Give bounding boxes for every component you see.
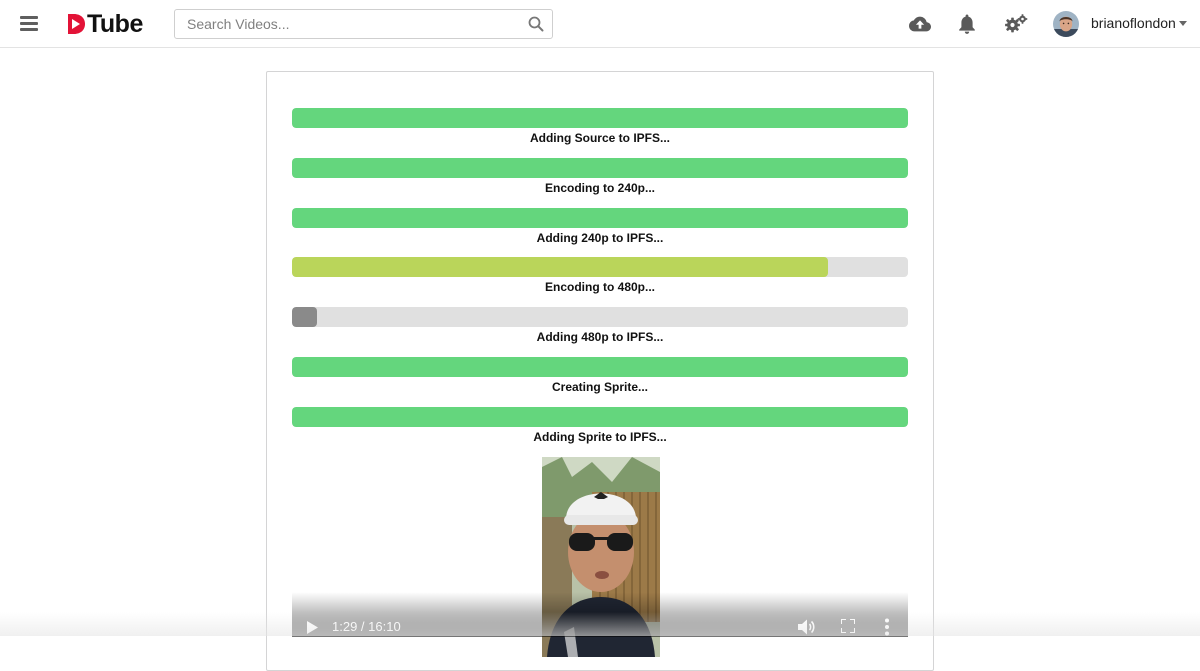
gears-icon[interactable] [1004,13,1028,35]
progress-label: Adding Sprite to IPFS... [533,429,667,444]
upload-panel: Adding Source to IPFS... Encoding to 240p… [266,71,934,671]
progress-label: Adding Source to IPFS... [529,131,670,145]
volume-icon[interactable] [798,619,816,635]
progress-bar-fill [292,357,908,377]
logo-text: Tube [87,10,143,38]
progress-bar [292,157,908,178]
progress-bar-fill [292,157,908,178]
upload-step: Adding 240p to IPFS... [292,207,908,245]
top-navbar: Tube Search Videos... brianoflondon [0,0,1200,48]
search-icon[interactable] [528,16,544,32]
video-player[interactable]: 1:29 / 16:10 [292,457,908,657]
progress-bar [292,406,908,427]
play-icon[interactable] [307,621,318,634]
menu-icon[interactable] [20,16,38,32]
upload-step: Adding 480p to IPFS... [292,307,908,344]
progress-label: Encoding to 480p... [544,280,655,295]
progress-label: Creating Sprite... [551,380,649,394]
bell-icon[interactable] [958,13,976,35]
progress-bar-fill [292,108,908,128]
time-display: 1:29 / 16:10 [332,619,401,634]
progress-bar [292,357,908,377]
more-vertical-icon[interactable] [884,618,890,636]
upload-step: Encoding to 480p... [292,257,908,294]
progress-label: Adding 240p to IPFS... [536,230,664,245]
progress-label: Adding 480p to IPFS... [536,330,664,345]
fullscreen-icon[interactable] [841,619,855,633]
dtube-logo-mark-icon [68,14,85,34]
progress-bar-fill [292,207,908,228]
chevron-down-icon[interactable] [1179,21,1187,26]
progress-bar-fill [292,406,908,427]
progress-bar [292,207,908,228]
player-controls: 1:29 / 16:10 [292,592,908,637]
upload-step: Adding Source to IPFS... [292,108,908,145]
dtube-logo[interactable]: Tube [66,10,143,38]
progress-bar [292,257,908,278]
upload-step: Adding Sprite to IPFS... [292,406,908,444]
progress-bar [292,108,908,128]
user-avatar[interactable] [1053,11,1079,37]
progress-bar-fill [292,307,317,328]
progress-bar-fill [292,257,828,278]
search-input[interactable] [175,10,517,38]
progress-bar [292,307,908,328]
cloud-upload-icon[interactable] [909,13,931,35]
search-box [174,9,553,39]
avatar-image [1053,11,1079,37]
progress-label: Encoding to 240p... [544,180,655,195]
upload-step: Creating Sprite... [292,357,908,394]
upload-step: Encoding to 240p... [292,157,908,195]
username[interactable]: brianoflondon [1091,15,1176,31]
